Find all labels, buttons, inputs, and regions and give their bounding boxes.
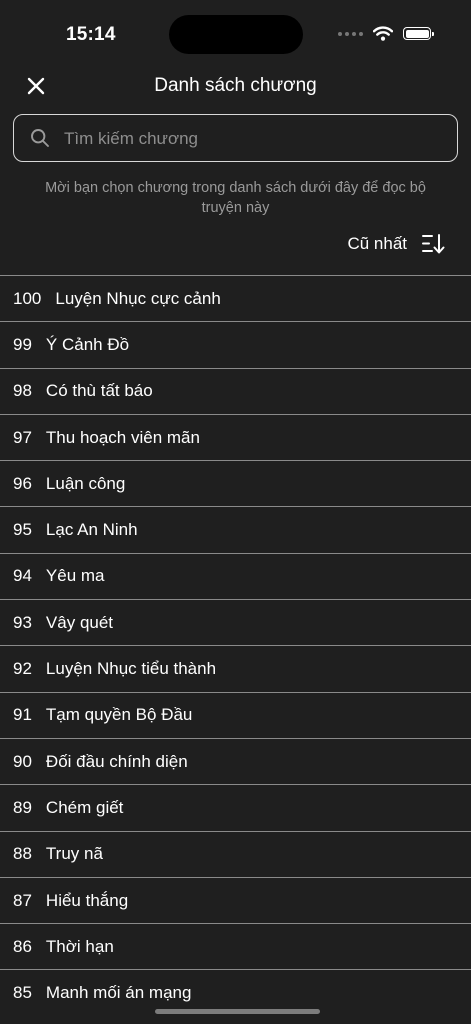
chapter-number: 90: [13, 751, 32, 771]
chapter-title: Yêu ma: [45, 566, 105, 586]
chapter-title: Manh mối án mạng: [45, 983, 192, 1003]
chapter-list: 100 Luyện Nhục cực cảnh 99 Ý Cảnh Đồ 98 Có …: [0, 275, 471, 1016]
chapter-title: Vây quét: [45, 612, 114, 632]
chapter-row[interactable]: 90 Đối đầu chính diện: [0, 737, 471, 784]
wifi-icon: [373, 26, 393, 41]
page-title: Danh sách chương: [154, 75, 317, 96]
chapter-number: 92: [13, 659, 32, 679]
chapter-number: 97: [13, 427, 32, 447]
chapter-number: 94: [13, 566, 32, 586]
status-icons: [338, 26, 434, 41]
chapter-row[interactable]: 95 Lạc An Ninh: [0, 506, 471, 552]
search-box[interactable]: [13, 114, 458, 162]
chapter-number: 95: [13, 520, 32, 540]
chapter-title: Thời hạn: [45, 936, 114, 956]
chapter-number: 93: [13, 612, 32, 632]
chapter-title: Đối đầu chính diện: [45, 751, 188, 771]
chapter-number: 99: [13, 334, 32, 354]
chapter-row[interactable]: 98 Có thù tất báo: [0, 367, 471, 414]
chapter-number: 87: [13, 890, 32, 910]
dynamic-island: [169, 15, 303, 54]
chapter-title: Lạc An Ninh: [45, 520, 138, 540]
search-icon: [31, 129, 49, 147]
chapter-row[interactable]: 88 Truy nã: [0, 830, 471, 877]
chapter-number: 85: [13, 983, 32, 1003]
battery-icon: [403, 27, 434, 40]
chapter-number: 91: [13, 705, 32, 725]
instruction-text: Mời bạn chọn chương trong danh sách dưới…: [45, 180, 426, 216]
chapter-title: Tạm quyền Bộ Đầu: [45, 705, 193, 725]
chapter-row[interactable]: 97 Thu hoạch viên mãn: [0, 413, 471, 460]
status-bar: 15:14: [0, 0, 471, 70]
chapter-row[interactable]: 99 Ý Cảnh Đồ: [0, 321, 471, 367]
search-input[interactable]: [62, 115, 446, 162]
chapter-title: Có thù tất báo: [45, 381, 153, 401]
chapter-number: 98: [13, 381, 32, 401]
chapter-number: 100: [13, 288, 42, 308]
chapter-row[interactable]: 87 Hiểu thắng: [0, 876, 471, 923]
chapter-title: Luận công: [45, 473, 126, 493]
sort-toggle[interactable]: Cũ nhất: [347, 232, 445, 256]
chapter-row[interactable]: 96 Luận công: [0, 460, 471, 506]
chapter-title: Luyện Nhục tiểu thành: [45, 659, 217, 679]
cellular-signal-icon: [338, 31, 363, 36]
chapter-title: Hiểu thắng: [45, 890, 129, 910]
chapter-title: Thu hoạch viên mãn: [45, 427, 200, 447]
chapter-row[interactable]: 93 Vây quét: [0, 599, 471, 645]
chapter-number: 86: [13, 936, 32, 956]
chapter-number: 88: [13, 844, 32, 864]
chapter-row[interactable]: 92 Luyện Nhục tiểu thành: [0, 645, 471, 691]
chapter-title: Luyện Nhục cực cảnh: [55, 288, 221, 308]
chapter-row[interactable]: 89 Chém giết: [0, 784, 471, 830]
sort-icon: [422, 234, 445, 254]
chapter-title: Ý Cảnh Đồ: [45, 334, 130, 354]
chapter-row[interactable]: 91 Tạm quyền Bộ Đầu: [0, 691, 471, 738]
chapter-title: Chém giết: [45, 797, 124, 817]
chapter-row[interactable]: 100 Luyện Nhục cực cảnh: [0, 275, 471, 321]
chapter-number: 89: [13, 797, 32, 817]
sort-label: Cũ nhất: [347, 234, 407, 253]
chapter-row[interactable]: 86 Thời hạn: [0, 923, 471, 969]
status-time: 15:14: [66, 24, 116, 45]
home-indicator[interactable]: [155, 1009, 320, 1014]
chapter-title: Truy nã: [45, 844, 103, 864]
header: Danh sách chương: [0, 66, 471, 106]
chapter-row[interactable]: 94 Yêu ma: [0, 552, 471, 599]
chapter-number: 96: [13, 473, 32, 493]
